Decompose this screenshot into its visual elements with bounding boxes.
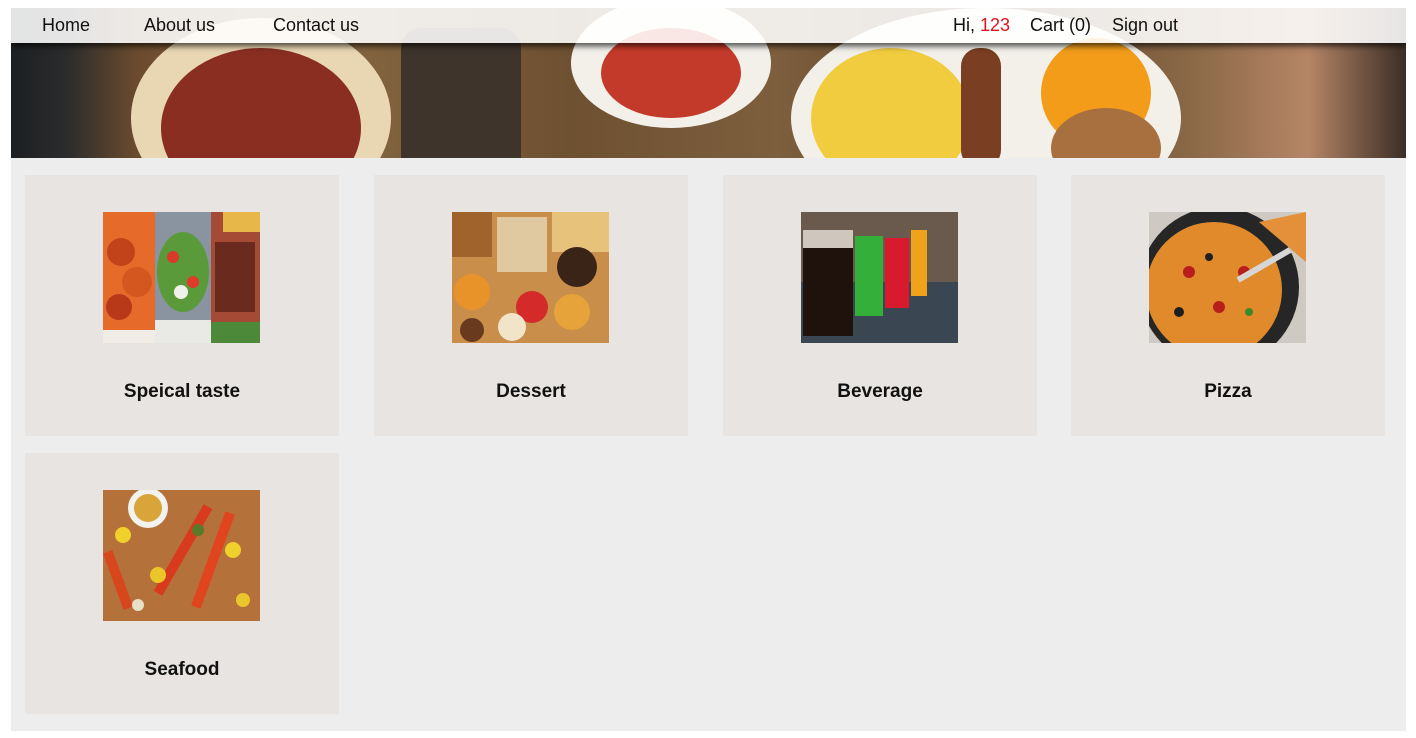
top-nav: Home About us Contact us Hi, 123 Cart (0…	[11, 8, 1406, 43]
username-link[interactable]: 123	[980, 15, 1010, 35]
category-title[interactable]: Pizza	[1071, 381, 1385, 403]
user-greeting: Hi, 123	[953, 15, 1010, 36]
beverage-image	[801, 212, 958, 343]
cart-link[interactable]: Cart (0)	[1030, 15, 1091, 36]
special-taste-image	[103, 212, 260, 343]
pizza-image	[1149, 212, 1306, 343]
nav-home-link[interactable]: Home	[42, 15, 90, 36]
category-title[interactable]: Beverage	[723, 381, 1037, 403]
nav-about-link[interactable]: About us	[144, 15, 215, 36]
nav-contact-link[interactable]: Contact us	[273, 15, 359, 36]
seafood-image	[103, 490, 260, 621]
category-card-seafood[interactable]: Seafood	[25, 453, 339, 714]
category-card-special-taste[interactable]: Speical taste	[25, 175, 339, 436]
dessert-image	[452, 212, 609, 343]
category-title[interactable]: Seafood	[25, 659, 339, 681]
sign-out-link[interactable]: Sign out	[1112, 15, 1178, 36]
category-title[interactable]: Speical taste	[25, 381, 339, 403]
category-card-pizza[interactable]: Pizza	[1071, 175, 1385, 436]
category-card-dessert[interactable]: Dessert	[374, 175, 688, 436]
page-frame: Home About us Contact us Hi, 123 Cart (0…	[11, 8, 1406, 731]
category-title[interactable]: Dessert	[374, 381, 688, 403]
category-card-beverage[interactable]: Beverage	[723, 175, 1037, 436]
greeting-prefix: Hi,	[953, 15, 975, 35]
